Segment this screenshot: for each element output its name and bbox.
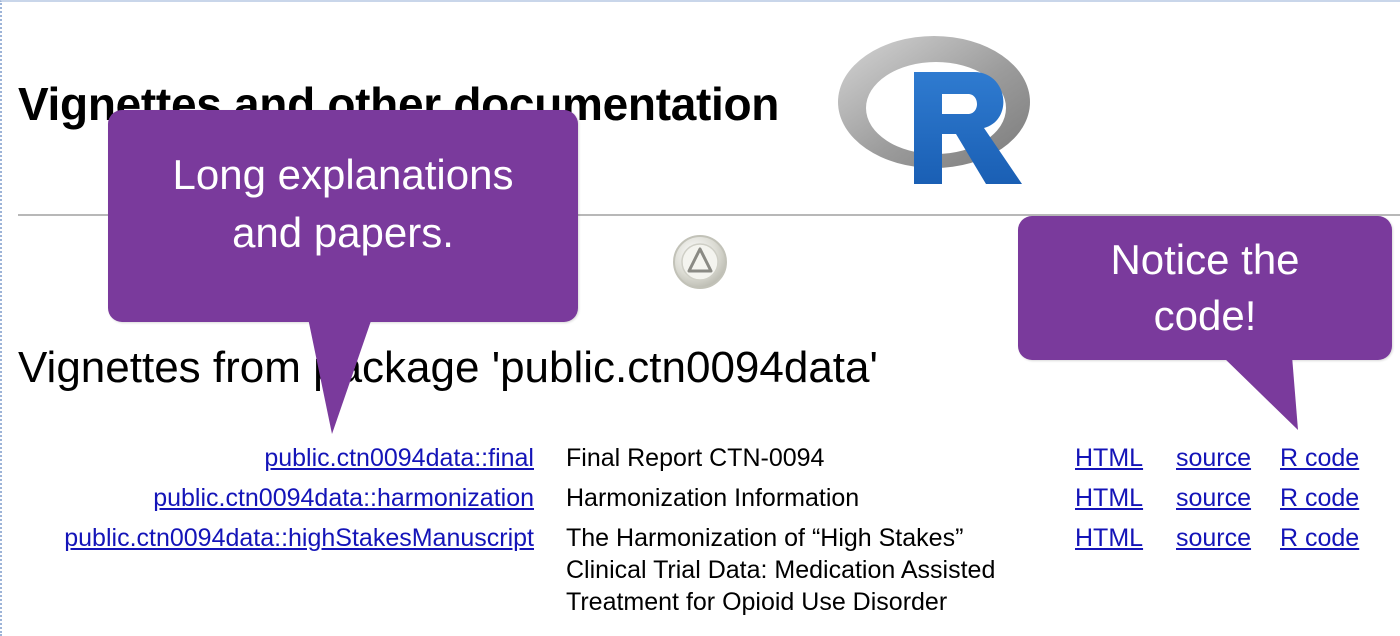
- html-link[interactable]: HTML: [1075, 522, 1143, 554]
- callout-pointer: [1222, 356, 1298, 430]
- vignette-title-line: Final Report CTN-0094: [566, 444, 825, 472]
- r-code-link[interactable]: R code: [1280, 522, 1359, 554]
- source-link[interactable]: source: [1176, 522, 1251, 554]
- vignette-title-line: Harmonization Information: [566, 484, 860, 512]
- vignette-title-line: The Harmonization of “High Stakes”: [566, 524, 964, 552]
- html-link[interactable]: HTML: [1075, 482, 1143, 514]
- r-code-link[interactable]: R code: [1280, 442, 1359, 474]
- source-link[interactable]: source: [1176, 442, 1251, 474]
- r-code-link[interactable]: R code: [1280, 482, 1359, 514]
- callout-pointer: [308, 318, 372, 434]
- vignette-link-harmonization[interactable]: public.ctn0094data::harmonization: [153, 482, 534, 514]
- vignette-title-line: Treatment for Opioid Use Disorder: [566, 588, 948, 616]
- callout-text-line: Long explanations: [172, 151, 514, 198]
- callout-notice-code: Notice the code!: [1018, 216, 1392, 360]
- r-logo: [838, 36, 1030, 184]
- callout-text-line: and papers.: [232, 209, 454, 256]
- up-arrow-icon[interactable]: [672, 234, 728, 290]
- vignette-title: Harmonization Information: [566, 482, 1046, 514]
- vignette-title-line: Clinical Trial Data: Medication Assisted: [566, 556, 996, 584]
- vignette-title: The Harmonization of “High Stakes” Clini…: [566, 522, 1046, 618]
- html-link[interactable]: HTML: [1075, 442, 1143, 474]
- vignette-title: Final Report CTN-0094: [566, 442, 1046, 474]
- source-link[interactable]: source: [1176, 482, 1251, 514]
- section-heading: Vignettes from package 'public.ctn0094da…: [18, 343, 878, 392]
- callout-text-line: code!: [1153, 292, 1257, 339]
- vignette-link-high-stakes-manuscript[interactable]: public.ctn0094data::highStakesManuscript: [64, 522, 534, 554]
- vignette-link-final[interactable]: public.ctn0094data::final: [264, 442, 534, 474]
- callout-long-explanations: Long explanations and papers.: [108, 110, 578, 322]
- callout-text-line: Notice the: [1110, 236, 1300, 283]
